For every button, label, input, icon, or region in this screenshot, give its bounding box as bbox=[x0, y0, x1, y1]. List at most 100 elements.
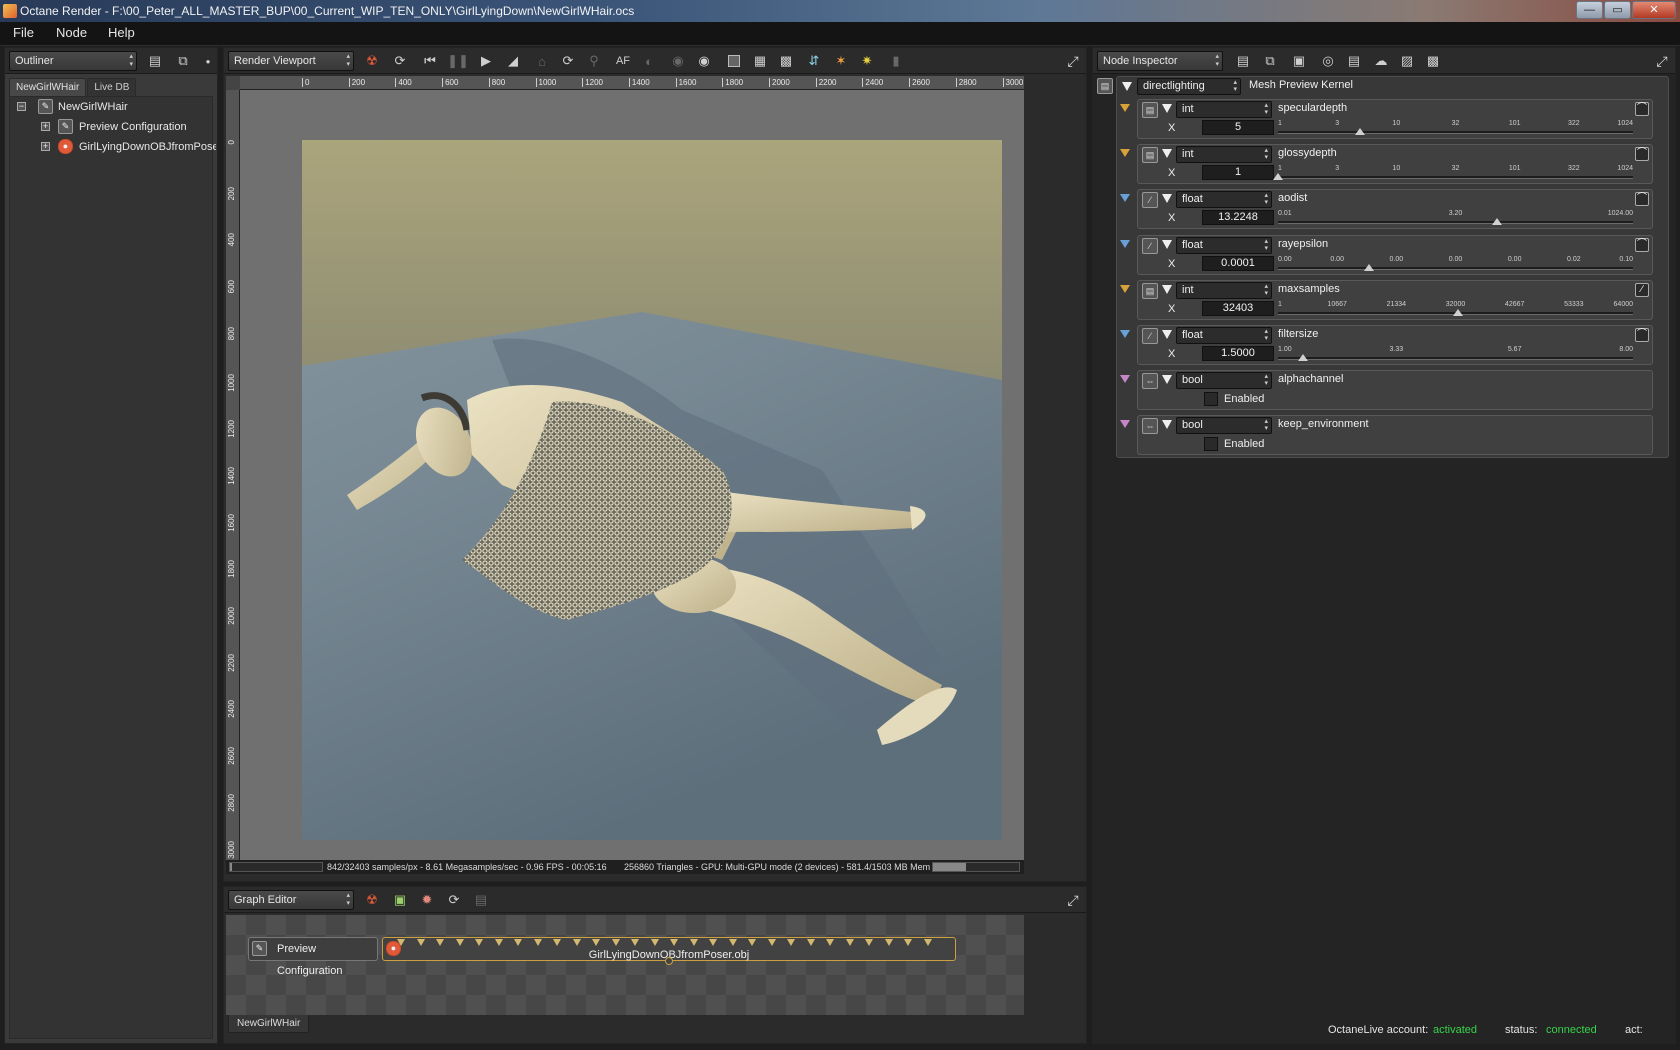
graph-input-pin[interactable] bbox=[787, 939, 795, 946]
viewport-combo[interactable]: Render Viewport bbox=[228, 51, 354, 71]
kernel-node-icon[interactable]: ▤ bbox=[1344, 51, 1364, 71]
maximize-inspector-icon[interactable]: ⤢ bbox=[1653, 52, 1671, 70]
camera-node-icon[interactable]: ◎ bbox=[1318, 51, 1338, 71]
imager-settings-icon[interactable]: ✷ bbox=[857, 51, 877, 71]
menu-node[interactable]: Node bbox=[56, 25, 87, 40]
expand-icon[interactable]: + bbox=[41, 122, 50, 131]
collapse-params-icon[interactable]: ▤ bbox=[1233, 51, 1253, 71]
graph-input-pin[interactable] bbox=[728, 939, 737, 946]
slider-track[interactable] bbox=[1278, 221, 1633, 225]
imager-node-icon[interactable]: ▨ bbox=[1397, 51, 1417, 71]
graph-input-pin[interactable] bbox=[904, 939, 912, 946]
graph-tab-newgirlwhair[interactable]: NewGirlWHair bbox=[228, 1015, 310, 1033]
minimize-icon[interactable]: — bbox=[1576, 1, 1603, 19]
param-slider[interactable]: 0.01 3.20 1024.00 bbox=[1278, 210, 1633, 228]
param-type-select[interactable]: int bbox=[1176, 101, 1272, 118]
curve-mode-icon[interactable]: ⌒ bbox=[1635, 102, 1649, 116]
graph-input-pin[interactable] bbox=[806, 939, 815, 946]
param-value-field[interactable]: 0.0001 bbox=[1202, 255, 1274, 271]
param-type-select[interactable]: int bbox=[1176, 146, 1272, 164]
slider-thumb[interactable] bbox=[1492, 218, 1503, 226]
region-render-icon[interactable]: ◢ bbox=[503, 51, 523, 71]
graph-input-pin[interactable] bbox=[845, 939, 854, 946]
param-collapse-icon[interactable] bbox=[1162, 104, 1172, 113]
kernel-collapse-icon[interactable] bbox=[1122, 82, 1132, 91]
param-type-select[interactable]: float bbox=[1176, 327, 1272, 344]
postprocess-node-icon[interactable]: ▩ bbox=[1423, 51, 1443, 71]
clay-mode-icon[interactable]: ▮ bbox=[886, 51, 906, 71]
param-slider[interactable]: 1 10667 21334 32000 42667 53333 64000 bbox=[1278, 301, 1633, 319]
save-render-icon[interactable]: ⇵ bbox=[804, 51, 824, 71]
curve-mode-icon[interactable]: ⌒ bbox=[1635, 237, 1649, 252]
stop-render-icon[interactable]: ☢ bbox=[362, 51, 382, 71]
pin-connector-icon[interactable] bbox=[1120, 149, 1130, 158]
graph-input-pin[interactable] bbox=[650, 939, 659, 946]
param-collapse-icon[interactable] bbox=[1162, 149, 1172, 159]
export-passes-icon[interactable]: ✶ bbox=[831, 51, 851, 71]
graph-input-pin[interactable] bbox=[553, 939, 561, 946]
graph-input-pin[interactable] bbox=[748, 939, 756, 946]
param-collapse-icon[interactable] bbox=[1162, 194, 1172, 204]
param-slider[interactable]: 1.00 3.33 5.67 8.00 bbox=[1278, 346, 1633, 364]
graph-delete-icon[interactable]: ☢ bbox=[362, 890, 382, 910]
graph-node-preview-config[interactable]: ✎ Preview Configuration bbox=[248, 937, 378, 977]
material-picker-icon[interactable]: ◐ bbox=[639, 51, 659, 71]
param-collapse-icon[interactable] bbox=[1162, 420, 1172, 430]
graph-input-pin[interactable] bbox=[689, 939, 698, 946]
focus-picker-icon[interactable]: ⌂ bbox=[532, 51, 552, 71]
param-type-select[interactable]: float bbox=[1176, 191, 1272, 209]
collapse-icon[interactable]: − bbox=[17, 102, 26, 111]
menu-file[interactable]: File bbox=[13, 25, 34, 40]
graph-input-pin[interactable] bbox=[514, 939, 522, 946]
graph-input-pin[interactable] bbox=[670, 939, 678, 946]
graph-load-icon[interactable]: ▣ bbox=[390, 890, 410, 910]
play-icon[interactable]: ▶ bbox=[476, 51, 496, 71]
node-graph-canvas[interactable]: ✎ Preview Configuration ● GirlLyingDownO… bbox=[226, 915, 1024, 1015]
graph-combo[interactable]: Graph Editor bbox=[228, 890, 354, 910]
close-icon[interactable]: ✕ bbox=[1632, 1, 1676, 19]
outliner-combo[interactable]: Outliner bbox=[9, 51, 137, 71]
lock-viewport-icon[interactable]: ◉ bbox=[694, 51, 714, 71]
pin-connector-icon[interactable] bbox=[1120, 194, 1130, 203]
param-value-field[interactable]: 1 bbox=[1202, 165, 1274, 181]
param-value-field[interactable]: 32403 bbox=[1202, 300, 1274, 316]
enabled-checkbox[interactable] bbox=[1204, 392, 1218, 407]
graph-input-pin[interactable] bbox=[611, 939, 620, 946]
param-collapse-icon[interactable] bbox=[1162, 330, 1172, 339]
graph-input-pin[interactable] bbox=[592, 939, 600, 946]
graph-input-pin[interactable] bbox=[397, 939, 405, 946]
environment-node-icon[interactable]: ☁ bbox=[1371, 51, 1391, 71]
curve-mode-icon[interactable]: ⌒ bbox=[1635, 328, 1649, 342]
param-value-field[interactable]: 13.2248 bbox=[1202, 210, 1274, 226]
graph-input-pin[interactable] bbox=[884, 939, 893, 946]
graph-input-pin[interactable] bbox=[416, 939, 425, 946]
zoom-picker-icon[interactable]: ⚲ bbox=[584, 51, 604, 71]
autofocus-button[interactable]: AF bbox=[613, 51, 633, 71]
pin-connector-icon[interactable] bbox=[1120, 104, 1130, 112]
param-slider[interactable]: 1 3 10 32 101 322 1024 bbox=[1278, 120, 1633, 138]
expand-icon[interactable]: + bbox=[41, 142, 50, 151]
graph-input-pin[interactable] bbox=[475, 939, 483, 946]
camera-reset-icon[interactable]: ⟳ bbox=[558, 51, 578, 71]
slider-track[interactable] bbox=[1278, 357, 1633, 360]
tree-item-mesh[interactable]: + ● GirlLyingDownOBJfromPoser.obj bbox=[38, 138, 216, 156]
graph-input-pin[interactable] bbox=[826, 939, 834, 946]
slider-track[interactable] bbox=[1278, 131, 1633, 134]
render-image[interactable] bbox=[302, 140, 1002, 840]
param-value-field[interactable]: 5 bbox=[1202, 120, 1274, 135]
sync-dot-icon[interactable]: ● bbox=[198, 51, 218, 71]
graph-input-pin[interactable] bbox=[923, 939, 932, 946]
restart-render-icon[interactable]: ⟳ bbox=[390, 51, 410, 71]
graph-input-pin[interactable] bbox=[455, 939, 464, 946]
pin-connector-icon[interactable] bbox=[1120, 375, 1130, 384]
param-collapse-icon[interactable] bbox=[1162, 375, 1172, 385]
collapse-all-icon[interactable]: ▤ bbox=[145, 51, 165, 71]
graph-input-pin[interactable] bbox=[631, 939, 639, 946]
graph-node-mesh[interactable]: ● GirlLyingDownOBJfromPoser.obj bbox=[382, 937, 956, 965]
sphere-icon[interactable]: ◉ bbox=[668, 51, 688, 71]
graph-input-pin[interactable] bbox=[767, 939, 776, 946]
alpha-icon[interactable]: ▩ bbox=[776, 51, 796, 71]
pin-connector-icon[interactable] bbox=[1120, 239, 1130, 248]
param-collapse-icon[interactable] bbox=[1162, 284, 1172, 294]
graph-input-pin[interactable] bbox=[436, 939, 444, 946]
